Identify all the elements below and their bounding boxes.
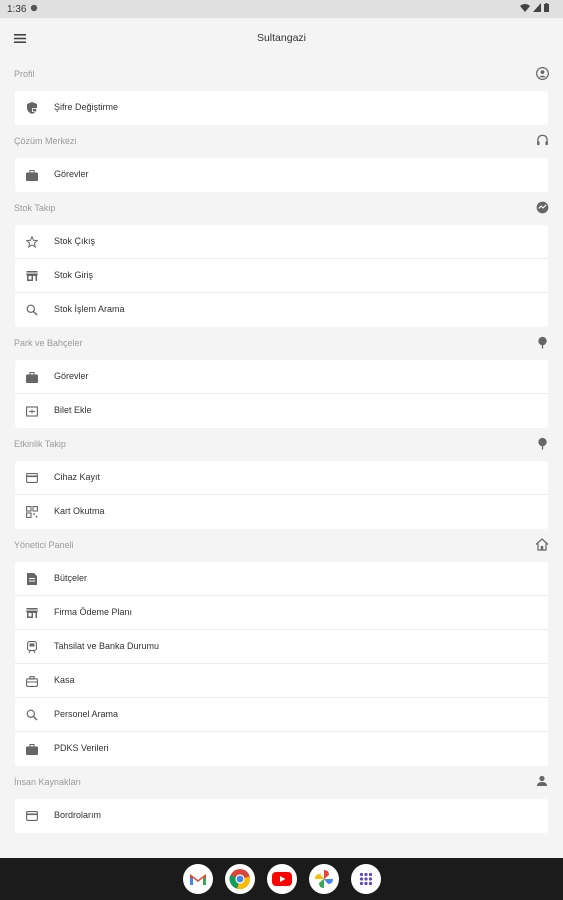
account-circle-icon xyxy=(535,66,549,80)
store-icon xyxy=(26,270,38,282)
card-icon xyxy=(26,810,38,822)
menu-item-label: PDKS Verileri xyxy=(54,743,109,753)
menu-item-label: Stok Çıkış xyxy=(54,236,96,246)
briefcase-icon xyxy=(26,743,38,755)
menu-item-stok-cikis[interactable]: Stok Çıkış xyxy=(15,225,548,259)
menu-item-kart-okutma[interactable]: Kart Okutma xyxy=(15,495,548,529)
section-title: Yönetici Paneli xyxy=(14,540,74,550)
menu-item-cihaz-kayit[interactable]: Cihaz Kayıt xyxy=(15,461,548,495)
status-bar: 1:36 xyxy=(0,0,563,18)
tree-icon xyxy=(535,436,549,450)
section-title: Çözüm Merkezi xyxy=(14,136,77,146)
section-title: Profil xyxy=(14,69,35,79)
briefcase-outline-icon xyxy=(26,675,38,687)
section-header-insan-kaynaklari: İnsan Kaynakları xyxy=(0,766,563,799)
menu-item-label: Kart Okutma xyxy=(54,506,105,516)
menu-item-label: Stok Giriş xyxy=(54,270,94,280)
train-icon xyxy=(26,641,38,653)
menu-item-stok-islem-arama[interactable]: Stok İşlem Arama xyxy=(15,293,548,327)
section-card-stok-takip: Stok Çıkış Stok Giriş Stok İşlem Arama xyxy=(15,225,548,327)
section-title: Park ve Bahçeler xyxy=(14,338,83,348)
menu-item-label: Kasa xyxy=(54,675,75,685)
card-icon xyxy=(26,472,38,484)
youtube-icon[interactable] xyxy=(266,864,297,894)
menu-item-firma-odeme-plani[interactable]: Firma Ödeme Planı xyxy=(15,596,548,630)
menu-item-personel-arama[interactable]: Personel Arama xyxy=(15,698,548,732)
signal-icon xyxy=(533,3,541,15)
tree-icon xyxy=(535,335,549,349)
section-header-yonetici-paneli: Yönetici Paneli xyxy=(0,529,563,562)
menu-item-label: Cihaz Kayıt xyxy=(54,472,101,482)
ticket-icon xyxy=(26,405,38,417)
section-header-stok-takip: Stok Takip xyxy=(0,192,563,225)
search-icon xyxy=(26,709,38,721)
app-bar: Sultangazi xyxy=(0,18,563,58)
gmail-icon[interactable] xyxy=(182,864,213,894)
notification-icon xyxy=(30,4,38,15)
menu-item-stok-giris[interactable]: Stok Giriş xyxy=(15,259,548,293)
menu-item-bordrolarim[interactable]: Bordrolarım xyxy=(15,799,548,833)
menu-item-tahsilat-ve-banka-durumu[interactable]: Tahsilat ve Banka Durumu xyxy=(15,630,548,664)
document-icon xyxy=(26,573,38,585)
battery-icon xyxy=(544,3,549,15)
section-card-profil: Şifre Değiştirme xyxy=(15,91,548,125)
menu-item-butceler[interactable]: Bütçeler xyxy=(15,562,548,596)
menu-item-label: Bütçeler xyxy=(54,573,88,583)
menu-item-gorevler[interactable]: Görevler xyxy=(15,360,548,394)
section-card-insan-kaynaklari: Bordrolarım xyxy=(15,799,548,833)
section-header-profil: Profil xyxy=(0,58,563,91)
menu-item-label: Personel Arama xyxy=(54,709,119,719)
section-card-cozum-merkezi: Görevler xyxy=(15,158,548,192)
photos-icon[interactable] xyxy=(308,864,339,894)
person-icon xyxy=(535,774,549,788)
menu-item-kasa[interactable]: Kasa xyxy=(15,664,548,698)
menu-list: Profil Şifre Değiştirme Çözüm Merkezi Gö… xyxy=(0,58,563,858)
menu-icon[interactable] xyxy=(12,30,28,46)
menu-item-label: Görevler xyxy=(54,169,89,179)
section-title: Etkinlik Takip xyxy=(14,439,66,449)
menu-item-label: Görevler xyxy=(54,371,89,381)
menu-item-label: Tahsilat ve Banka Durumu xyxy=(54,641,160,651)
system-dock xyxy=(0,858,563,900)
menu-item-sifre-degistirme[interactable]: Şifre Değiştirme xyxy=(15,91,548,125)
section-header-etkinlik-takip: Etkinlik Takip xyxy=(0,428,563,461)
menu-item-bilet-ekle[interactable]: Bilet Ekle xyxy=(15,394,548,428)
status-time: 1:36 xyxy=(7,3,27,15)
section-card-park-ve-bahceler: Görevler Bilet Ekle xyxy=(15,360,548,428)
briefcase-icon xyxy=(26,169,38,181)
section-header-park-ve-bahceler: Park ve Bahçeler xyxy=(0,327,563,360)
store-icon xyxy=(26,607,38,619)
wifi-icon xyxy=(520,3,530,15)
stock-circle-icon xyxy=(535,200,549,214)
app-title: Sultangazi xyxy=(256,32,307,44)
section-title: Stok Takip xyxy=(14,203,56,213)
menu-item-label: Stok İşlem Arama xyxy=(54,304,125,314)
qr-icon xyxy=(26,506,38,518)
menu-item-pdks-verileri[interactable]: PDKS Verileri xyxy=(15,732,548,766)
section-header-cozum-merkezi: Çözüm Merkezi xyxy=(0,125,563,158)
star-outline-icon xyxy=(26,236,38,248)
menu-item-label: Firma Ödeme Planı xyxy=(54,607,133,617)
section-card-yonetici-paneli: Bütçeler Firma Ödeme Planı Tahsilat ve B… xyxy=(15,562,548,766)
chrome-icon[interactable] xyxy=(224,864,255,894)
menu-item-label: Şifre Değiştirme xyxy=(54,102,119,112)
key-lock-icon xyxy=(26,102,38,114)
apps-grid-icon[interactable] xyxy=(350,864,381,894)
home-outline-icon xyxy=(535,537,549,551)
search-icon xyxy=(26,304,38,316)
menu-item-label: Bilet Ekle xyxy=(54,405,92,415)
headset-icon xyxy=(535,133,549,147)
menu-item-label: Bordrolarım xyxy=(54,810,102,820)
section-card-etkinlik-takip: Cihaz Kayıt Kart Okutma xyxy=(15,461,548,529)
section-title: İnsan Kaynakları xyxy=(14,777,82,787)
menu-item-gorevler[interactable]: Görevler xyxy=(15,158,548,192)
briefcase-icon xyxy=(26,371,38,383)
